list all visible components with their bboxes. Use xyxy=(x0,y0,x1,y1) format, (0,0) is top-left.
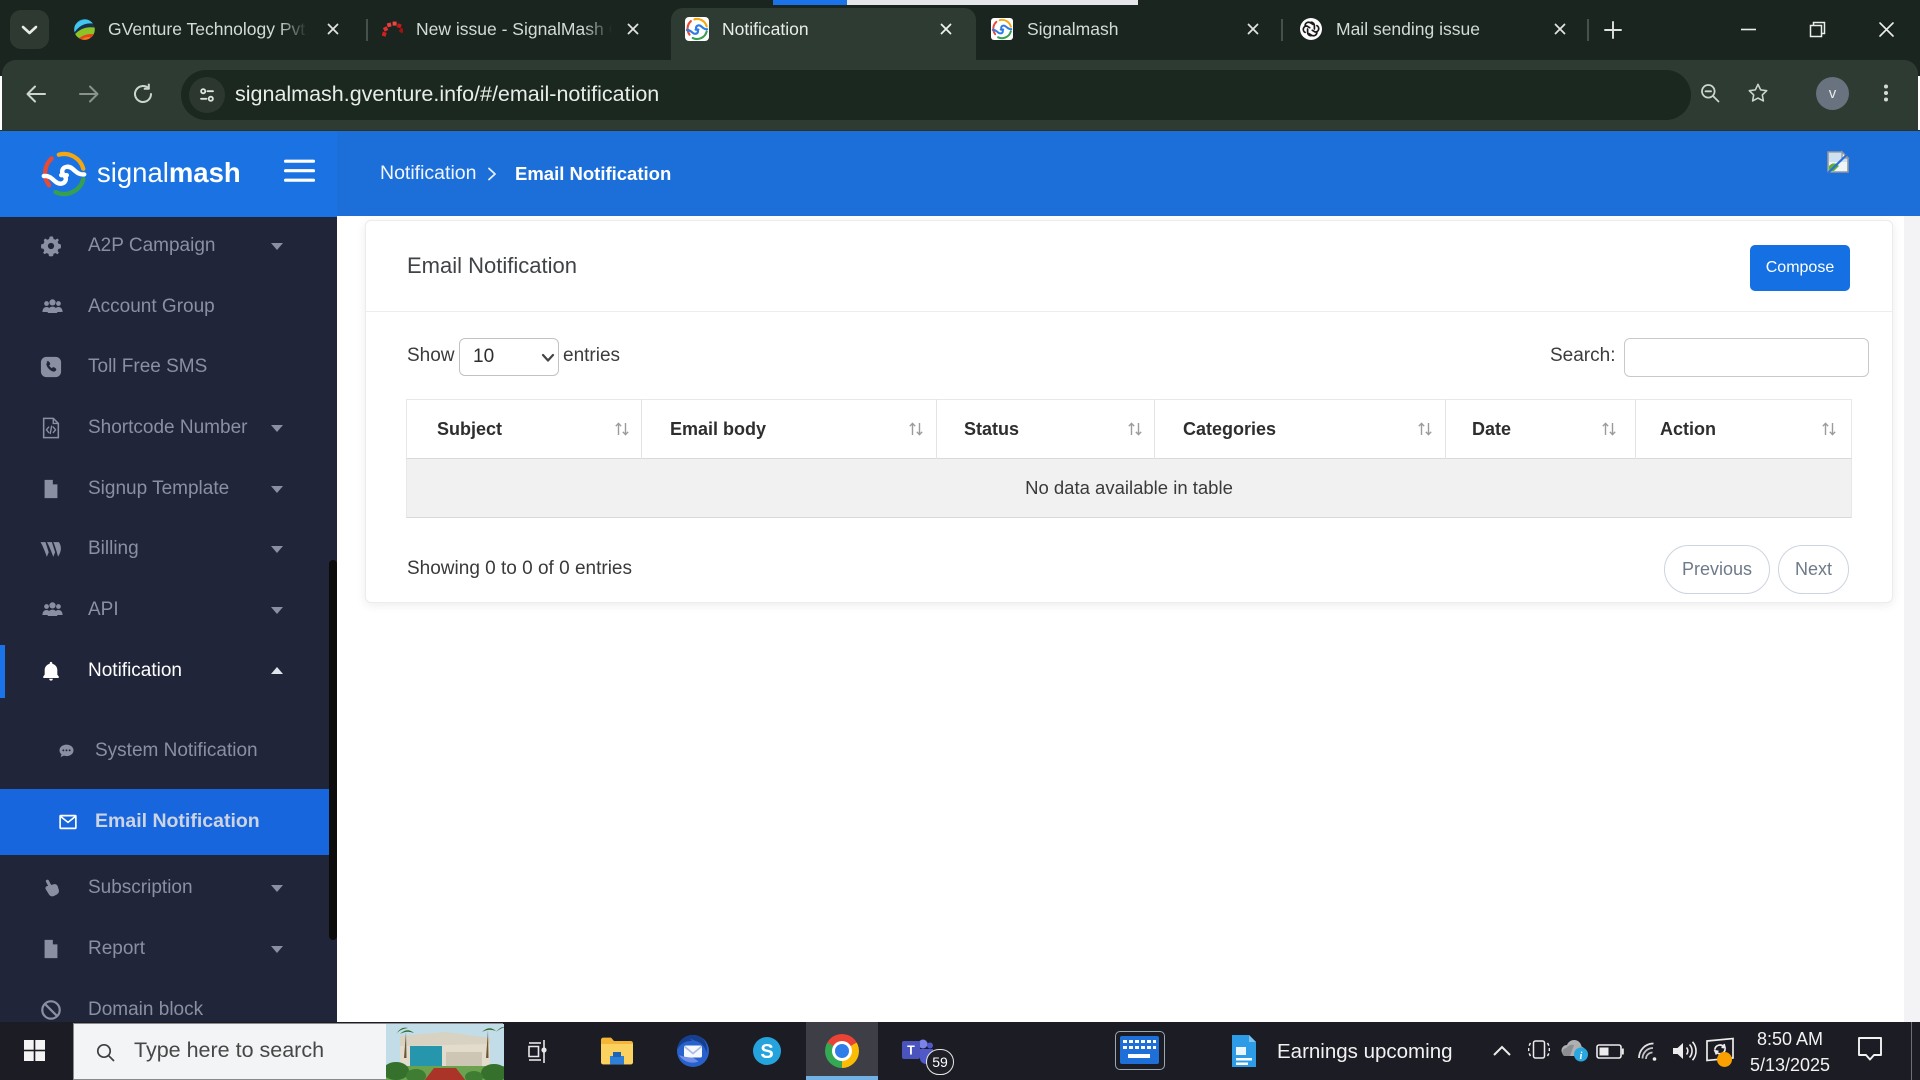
svg-text:S: S xyxy=(760,1041,773,1063)
svg-text:T: T xyxy=(907,1044,915,1058)
svg-text:i: i xyxy=(1580,1051,1583,1062)
